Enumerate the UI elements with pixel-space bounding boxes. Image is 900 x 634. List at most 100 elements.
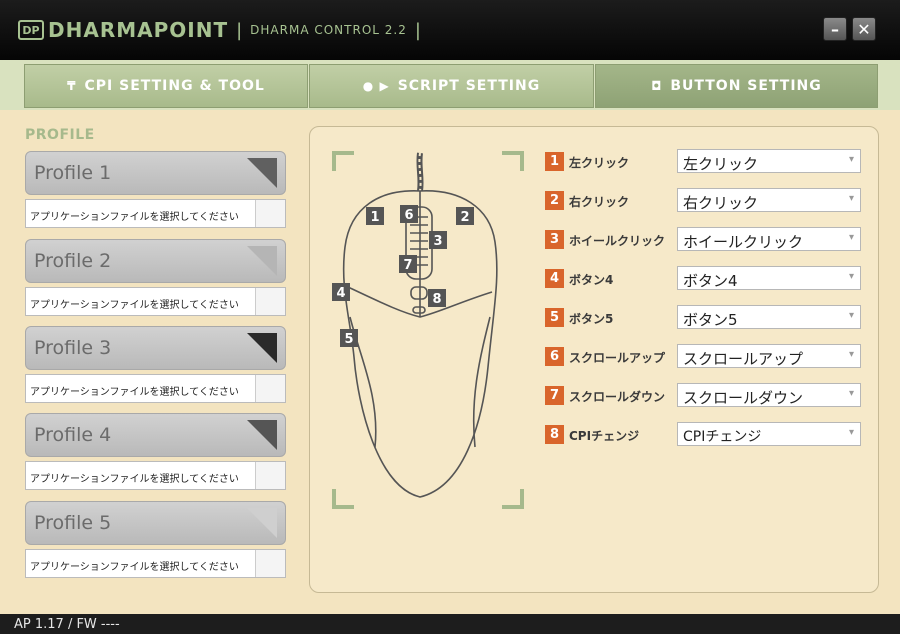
- viewfinder-frame: [332, 151, 524, 509]
- marker-label-7: 7: [403, 258, 412, 273]
- button-number-badge: 8: [545, 425, 564, 444]
- profile-corner-mark: [247, 508, 277, 538]
- selected-value: CPIチェンジ: [683, 429, 762, 445]
- button-number-badge: 6: [545, 347, 564, 366]
- button-label: ボタン4: [569, 273, 614, 287]
- application-file-field-5[interactable]: アプリケーションファイルを選択してください: [25, 549, 286, 578]
- application-file-field-4[interactable]: アプリケーションファイルを選択してください: [25, 461, 286, 490]
- button-number-badge: 1: [545, 152, 564, 171]
- application-file-field-1[interactable]: アプリケーションファイルを選択してください: [25, 199, 286, 228]
- tab-label: SCRIPT SETTING: [397, 78, 541, 94]
- chevron-down-icon: ▾: [848, 388, 854, 399]
- profile-button-4[interactable]: Profile 4: [25, 413, 286, 457]
- app-subtitle: DHARMA CONTROL 2.2: [250, 23, 407, 37]
- minimize-button[interactable]: –: [823, 17, 847, 41]
- profile-button-2[interactable]: Profile 2: [25, 239, 286, 283]
- selected-value: 右クリック: [683, 194, 759, 212]
- app-logo: DP DHARMAPOINT | DHARMA CONTROL 2.2 |: [18, 18, 429, 42]
- mouse-button-markers: 1 2 3 4 5 6 7 8: [332, 205, 474, 347]
- button-number-badge: 5: [545, 308, 564, 327]
- button-label: スクロールアップ: [569, 351, 666, 365]
- tab-label: CPI SETTING & TOOL: [84, 78, 265, 94]
- application-file-field-3[interactable]: アプリケーションファイルを選択してください: [25, 374, 286, 403]
- marker-label-2: 2: [460, 210, 469, 225]
- button-number-badge: 4: [545, 269, 564, 288]
- application-file-field-2[interactable]: アプリケーションファイルを選択してください: [25, 287, 286, 316]
- browse-button[interactable]: [255, 200, 285, 227]
- logo-badge: DP: [18, 20, 44, 40]
- browse-button[interactable]: [255, 462, 285, 489]
- profile-name: Profile 1: [34, 162, 112, 184]
- button-setting-panel: 1 2 3 4 5 6 7 8 1 左クリック 左クリック ▾ 2 右クリック …: [309, 126, 879, 593]
- profile-button-3[interactable]: Profile 3: [25, 326, 286, 370]
- button-icon: ◘: [651, 79, 663, 93]
- chevron-down-icon: ▾: [848, 154, 854, 165]
- chevron-down-icon: ▾: [848, 310, 854, 321]
- filter-icon: ₸: [67, 79, 77, 93]
- title-bar: DP DHARMAPOINT | DHARMA CONTROL 2.2 | – …: [0, 0, 900, 60]
- button-number-badge: 2: [545, 191, 564, 210]
- logo-text: DHARMAPOINT: [48, 18, 229, 42]
- chevron-down-icon: ▾: [848, 193, 854, 204]
- button-number-badge: 3: [545, 230, 564, 249]
- button-assign-select-7[interactable]: スクロールダウン ▾: [677, 383, 861, 407]
- button-number-badge: 7: [545, 386, 564, 405]
- button-assign-select-4[interactable]: ボタン4 ▾: [677, 266, 861, 290]
- logo-separator: |: [236, 19, 243, 41]
- selected-value: 左クリック: [683, 155, 759, 173]
- button-label: ボタン5: [569, 312, 614, 326]
- profile-name: Profile 4: [34, 424, 112, 446]
- logo-separator-end: |: [414, 19, 421, 41]
- selected-value: ボタン4: [683, 272, 738, 290]
- application-file-placeholder: アプリケーションファイルを選択してください: [30, 212, 239, 223]
- tab-label: BUTTON SETTING: [670, 78, 822, 94]
- selected-value: ホイールクリック: [683, 233, 804, 251]
- button-label: スクロールダウン: [569, 390, 666, 404]
- mouse-body: [342, 190, 498, 498]
- button-assign-select-8[interactable]: CPIチェンジ ▾: [677, 422, 861, 446]
- profile-name: Profile 2: [34, 250, 112, 272]
- profile-button-1[interactable]: Profile 1: [25, 151, 286, 195]
- profile-heading: PROFILE: [25, 127, 95, 143]
- chevron-down-icon: ▾: [848, 349, 854, 360]
- browse-button[interactable]: [255, 550, 285, 577]
- button-assign-select-5[interactable]: ボタン5 ▾: [677, 305, 861, 329]
- profile-block: Profile 5 アプリケーションファイルを選択してください: [25, 501, 286, 578]
- frame-corner: [502, 489, 524, 509]
- button-label: 左クリック: [569, 156, 630, 170]
- frame-corner: [332, 151, 354, 171]
- profile-corner-mark: [247, 246, 277, 276]
- button-assign-select-3[interactable]: ホイールクリック ▾: [677, 227, 861, 251]
- selected-value: ボタン5: [683, 311, 738, 329]
- tab-button-setting[interactable]: ◘ BUTTON SETTING: [595, 64, 878, 108]
- button-assign-select-1[interactable]: 左クリック ▾: [677, 149, 861, 173]
- button-label: CPIチェンジ: [569, 429, 640, 443]
- marker-label-8: 8: [432, 292, 441, 307]
- status-bar: AP 1.17 / FW ----: [0, 614, 900, 634]
- profile-corner-mark: [247, 420, 277, 450]
- mouse-cable: [416, 152, 424, 192]
- tab-cpi-setting[interactable]: ₸ CPI SETTING & TOOL: [24, 64, 308, 108]
- profile-block: Profile 2 アプリケーションファイルを選択してください: [25, 239, 286, 316]
- profile-button-5[interactable]: Profile 5: [25, 501, 286, 545]
- tab-script-setting[interactable]: ● ▶ SCRIPT SETTING: [309, 64, 594, 108]
- profile-block: Profile 1 アプリケーションファイルを選択してください: [25, 151, 286, 228]
- minimize-icon: –: [831, 19, 839, 39]
- button-assign-select-2[interactable]: 右クリック ▾: [677, 188, 861, 212]
- close-button[interactable]: ✕: [852, 17, 876, 41]
- application-file-placeholder: アプリケーションファイルを選択してください: [30, 300, 239, 311]
- record-play-icon: ● ▶: [362, 79, 390, 93]
- browse-button[interactable]: [255, 375, 285, 402]
- application-file-placeholder: アプリケーションファイルを選択してください: [30, 562, 239, 573]
- marker-label-6: 6: [404, 208, 413, 223]
- marker-label-4: 4: [336, 286, 345, 301]
- button-assign-select-6[interactable]: スクロールアップ ▾: [677, 344, 861, 368]
- close-icon: ✕: [857, 19, 871, 39]
- tab-bar: ₸ CPI SETTING & TOOL ● ▶ SCRIPT SETTING …: [0, 60, 900, 110]
- chevron-down-icon: ▾: [848, 427, 854, 438]
- frame-corner: [502, 151, 524, 171]
- profile-corner-mark: [247, 158, 277, 188]
- browse-button[interactable]: [255, 288, 285, 315]
- button-label: 右クリック: [569, 195, 630, 209]
- chevron-down-icon: ▾: [848, 271, 854, 282]
